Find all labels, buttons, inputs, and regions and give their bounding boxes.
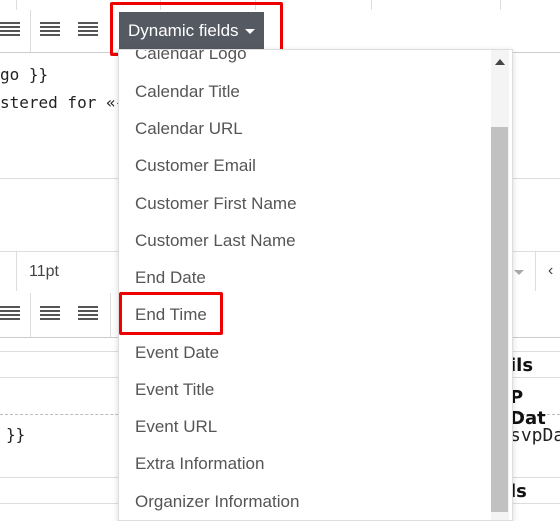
editor-line[interactable]: stered for «{{ xyxy=(0,93,135,112)
chevron-left-icon[interactable]: ‹ xyxy=(548,262,553,280)
dynamic-fields-menu[interactable]: Calendar Logo Calendar Title Calendar UR… xyxy=(118,49,513,521)
menu-item-calendar-url[interactable]: Calendar URL xyxy=(135,119,243,139)
editor-line[interactable]: go }} xyxy=(0,65,48,84)
menu-item-extra-information[interactable]: Extra Information xyxy=(135,454,264,474)
table-cell: ils xyxy=(510,355,534,376)
menu-item-event-title[interactable]: Event Title xyxy=(135,380,214,400)
outdent-icon[interactable] xyxy=(40,306,60,324)
menu-item-calendar-title[interactable]: Calendar Title xyxy=(135,82,240,102)
highlight-box xyxy=(110,2,283,56)
scroll-up-arrow-icon[interactable] xyxy=(495,59,505,65)
dropdown-arrow-icon[interactable] xyxy=(514,270,524,275)
menu-item-calendar-logo[interactable]: Calendar Logo xyxy=(135,50,247,64)
justify-icon[interactable] xyxy=(0,22,20,40)
menu-item-event-url[interactable]: Event URL xyxy=(135,417,217,437)
indent-icon[interactable] xyxy=(78,22,98,40)
justify-icon[interactable] xyxy=(0,306,20,324)
menu-item-organizer-information[interactable]: Organizer Information xyxy=(135,492,299,512)
editor-line[interactable]: }} xyxy=(6,425,25,444)
highlight-box xyxy=(119,292,223,335)
font-size-select[interactable]: 11pt xyxy=(29,263,59,281)
menu-item-end-date[interactable]: End Date xyxy=(135,268,206,288)
outdent-icon[interactable] xyxy=(40,22,60,40)
indent-icon[interactable] xyxy=(78,306,98,324)
table-cell: svpDa xyxy=(510,425,560,446)
scrollbar-thumb[interactable] xyxy=(491,127,508,512)
menu-item-customer-last-name[interactable]: Customer Last Name xyxy=(135,231,296,251)
menu-item-customer-email[interactable]: Customer Email xyxy=(135,156,256,176)
menu-item-event-date[interactable]: Event Date xyxy=(135,343,219,363)
table-cell: P Dat xyxy=(510,387,546,429)
menu-item-customer-first-name[interactable]: Customer First Name xyxy=(135,194,297,214)
